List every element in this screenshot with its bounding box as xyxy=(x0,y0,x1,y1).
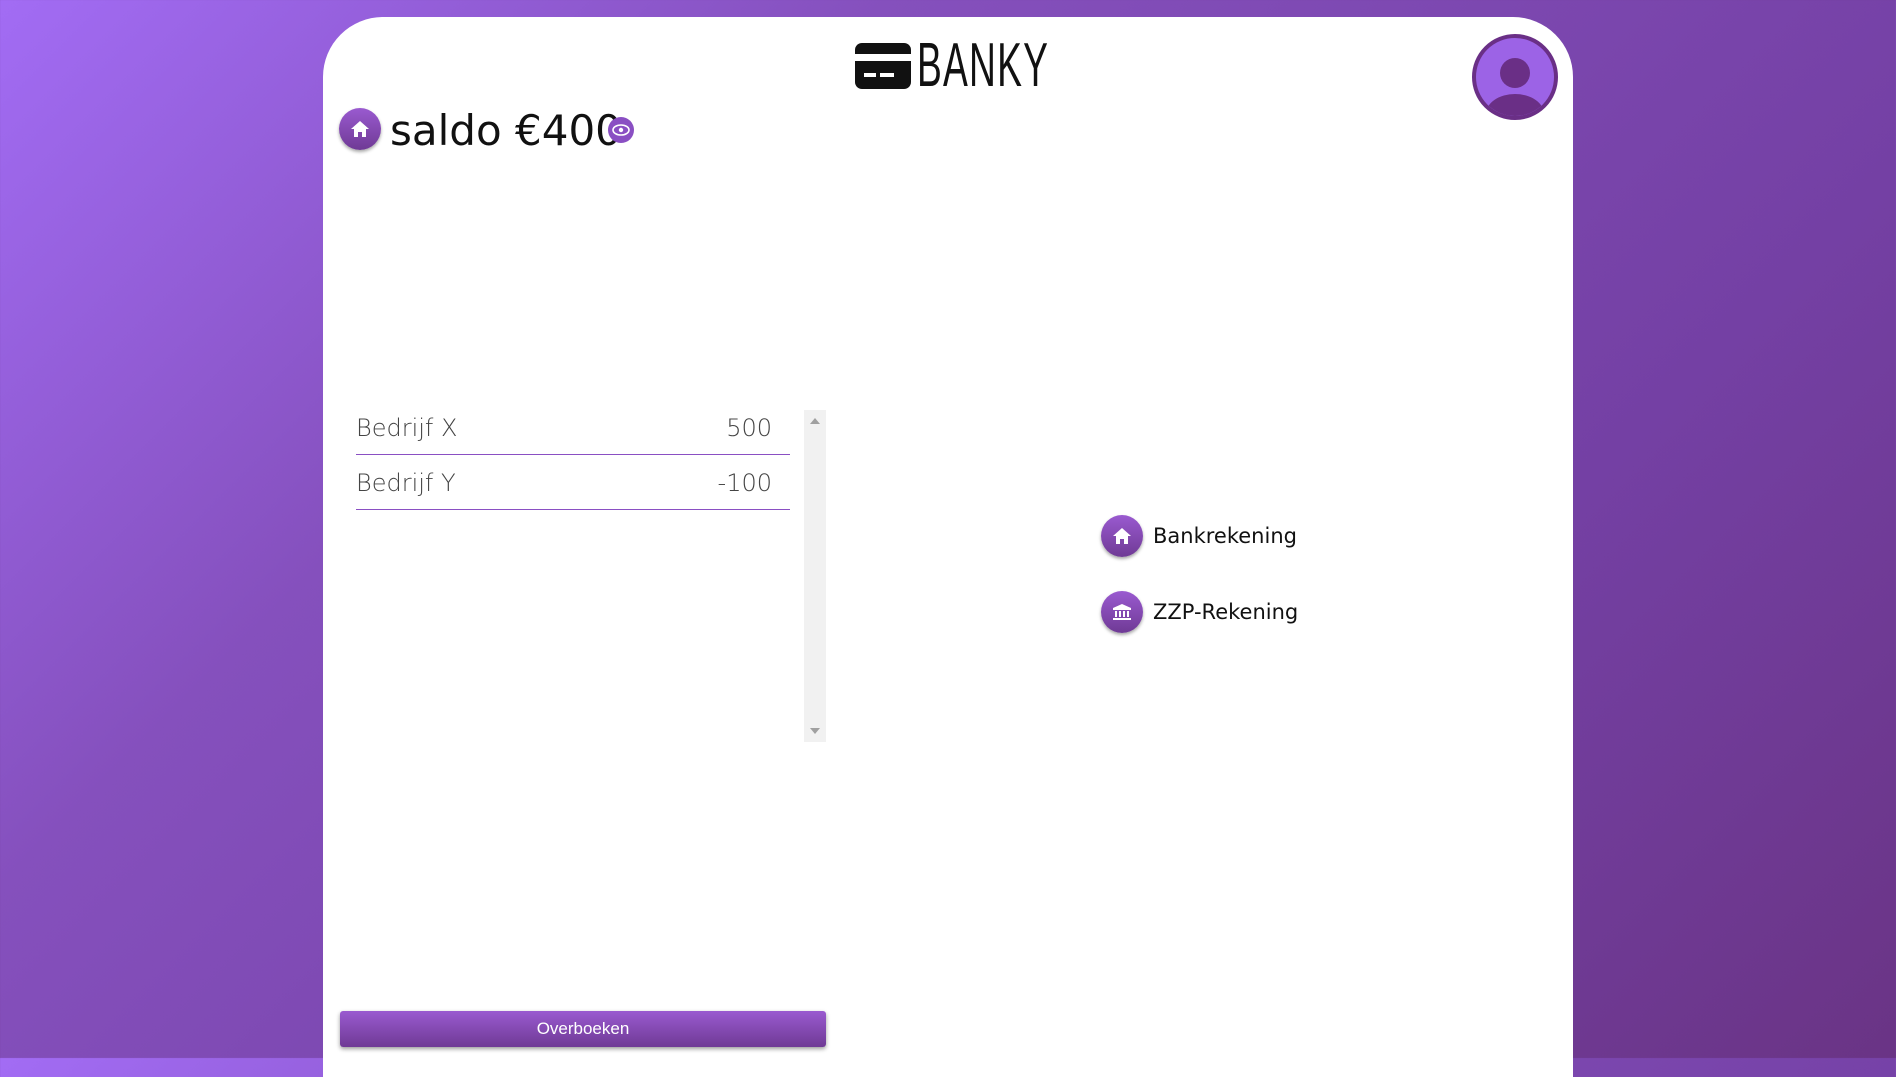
logo: BANKY xyxy=(855,30,1137,102)
balance-title: saldo €400 xyxy=(390,106,622,155)
credit-card-icon xyxy=(855,43,911,89)
transaction-amount: -100 xyxy=(717,469,772,497)
main-card xyxy=(323,17,1573,1077)
user-icon xyxy=(1500,58,1530,88)
home-button[interactable] xyxy=(339,108,381,150)
account-item-bankrekening[interactable]: Bankrekening xyxy=(1101,515,1297,557)
list-item[interactable]: Bedrijf Y -100 xyxy=(356,465,790,510)
eye-icon xyxy=(612,124,630,136)
avatar[interactable] xyxy=(1472,34,1558,120)
transaction-scrollbar[interactable] xyxy=(804,410,826,742)
account-label: ZZP-Rekening xyxy=(1153,600,1299,624)
scroll-up-icon[interactable] xyxy=(810,418,820,424)
transaction-name: Bedrijf X xyxy=(356,414,458,442)
scroll-down-icon[interactable] xyxy=(810,728,820,734)
transaction-name: Bedrijf Y xyxy=(356,469,456,497)
toggle-balance-button[interactable] xyxy=(608,117,634,143)
home-icon xyxy=(351,121,369,137)
bank-icon xyxy=(1101,591,1143,633)
transaction-amount: 500 xyxy=(726,414,772,442)
list-item[interactable]: Bedrijf X 500 xyxy=(356,410,790,455)
account-item-zzp-rekening[interactable]: ZZP-Rekening xyxy=(1101,591,1298,633)
transfer-button[interactable]: Overboeken xyxy=(340,1011,826,1047)
account-label: Bankrekening xyxy=(1153,524,1297,548)
home-icon xyxy=(1101,515,1143,557)
logo-text: BANKY xyxy=(917,31,1050,100)
transaction-list: Bedrijf X 500 Bedrijf Y -100 xyxy=(356,410,790,520)
